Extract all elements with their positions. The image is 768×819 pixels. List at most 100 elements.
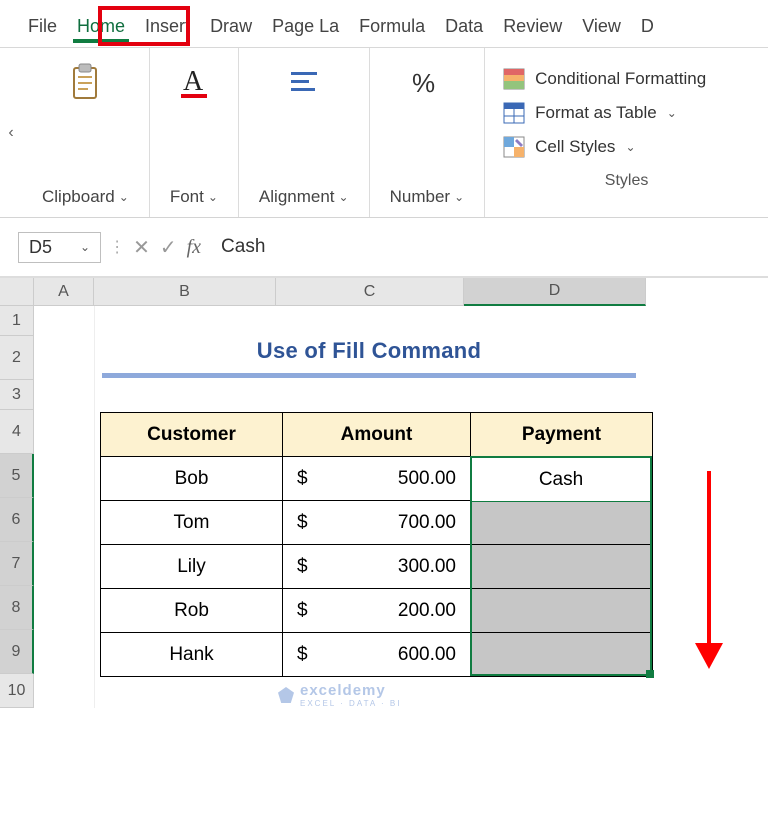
ribbon-scroll-left[interactable]: ‹ [0,48,22,217]
enter-icon[interactable]: ✓ [160,235,177,260]
column-header-A[interactable]: A [34,278,94,306]
chevron-down-icon: ⌄ [80,240,90,254]
tab-insert[interactable]: Insert [135,10,200,47]
data-table: Customer Amount Payment Bob $500.00 Tom … [100,412,653,677]
cell-customer[interactable]: Bob [101,457,283,501]
chevron-down-icon: ⌄ [625,140,635,154]
cell-styles-label: Cell Styles [535,137,615,157]
name-box[interactable]: D5 ⌄ [18,232,101,263]
amount-value: 500.00 [398,468,456,490]
row-header-5[interactable]: 5 [0,454,34,498]
cell-amount[interactable]: $600.00 [283,633,471,677]
format-as-table-label: Format as Table [535,103,657,123]
row-header-7[interactable]: 7 [0,542,34,586]
currency-symbol: $ [297,556,308,578]
format-as-table-button[interactable]: Format as Table ⌄ [503,96,750,130]
ribbon-home: ‹ Clipboard ⌄ A Font ⌄ Alignment ⌄ % [0,48,768,218]
cell-grid[interactable]: Use of Fill Command Customer Amount Paym… [34,306,734,708]
row-header-8[interactable]: 8 [0,586,34,630]
cell-payment[interactable] [471,633,653,677]
conditional-formatting-button[interactable]: Conditional Formatting [503,62,750,96]
row-header-9[interactable]: 9 [0,630,34,674]
watermark-icon [278,687,294,703]
tab-draw[interactable]: Draw [200,10,262,47]
currency-symbol: $ [297,600,308,622]
cell-payment[interactable] [471,589,653,633]
cell-customer[interactable]: Rob [101,589,283,633]
header-amount[interactable]: Amount [283,413,471,457]
tab-home[interactable]: Home [67,10,135,47]
svg-text:A: A [183,66,204,97]
chevron-down-icon: ⌄ [667,106,677,120]
number-label-text: Number [390,187,450,207]
cell-amount[interactable]: $300.00 [283,545,471,589]
cell-amount[interactable]: $200.00 [283,589,471,633]
chevron-down-icon: ⌄ [119,190,129,204]
amount-value: 300.00 [398,556,456,578]
header-payment[interactable]: Payment [471,413,653,457]
annotation-red-arrow [689,471,729,677]
row-headers: 1 2 3 4 5 6 7 8 9 10 [0,306,34,708]
row-header-3[interactable]: 3 [0,380,34,410]
cell-amount[interactable]: $500.00 [283,457,471,501]
column-header-D[interactable]: D [464,278,646,306]
amount-value: 700.00 [398,512,456,534]
watermark-brand: exceldemy [300,682,386,699]
cell-customer[interactable]: Tom [101,501,283,545]
tab-file[interactable]: File [18,10,67,47]
formula-input[interactable] [213,232,750,262]
sheet-title: Use of Fill Command [102,338,636,378]
number-group-label[interactable]: Number ⌄ [390,187,465,207]
table-row: Rob $200.00 [101,589,653,633]
font-group-label[interactable]: Font ⌄ [170,187,218,207]
cell-payment[interactable] [471,545,653,589]
conditional-formatting-label: Conditional Formatting [535,69,706,89]
ribbon-tabs: File Home Insert Draw Page La Formula Da… [0,0,768,48]
ribbon-group-font: A Font ⌄ [150,48,239,217]
tab-view[interactable]: View [572,10,631,47]
row-header-6[interactable]: 6 [0,498,34,542]
select-all-corner[interactable] [0,278,34,306]
watermark: exceldemy EXCEL · DATA · BI [278,682,401,708]
cell-customer[interactable]: Hank [101,633,283,677]
row-header-1[interactable]: 1 [0,306,34,336]
row-header-10[interactable]: 10 [0,674,34,708]
worksheet: A B C D 1 2 3 4 5 6 7 8 9 10 Use of Fill… [0,278,768,708]
table-row: Lily $300.00 [101,545,653,589]
cell-payment[interactable] [471,457,653,501]
row-header-2[interactable]: 2 [0,336,34,380]
font-label-text: Font [170,187,204,207]
header-customer[interactable]: Customer [101,413,283,457]
clipboard-icon[interactable] [68,62,102,102]
tab-data[interactable]: Data [435,10,493,47]
number-icon[interactable]: % [410,62,444,102]
column-header-B[interactable]: B [94,278,276,306]
tab-review[interactable]: Review [493,10,572,47]
currency-symbol: $ [297,468,308,490]
watermark-tagline: EXCEL · DATA · BI [300,699,401,708]
cell-customer[interactable]: Lily [101,545,283,589]
table-header-row: Customer Amount Payment [101,413,653,457]
cell-payment[interactable] [471,501,653,545]
clipboard-group-label[interactable]: Clipboard ⌄ [42,187,129,207]
tab-overflow[interactable]: D [631,10,664,47]
alignment-icon[interactable] [287,62,321,102]
cancel-icon[interactable]: ✕ [133,235,150,260]
cell-styles-button[interactable]: Cell Styles ⌄ [503,130,750,164]
chevron-down-icon: ⌄ [208,190,218,204]
cell-amount[interactable]: $700.00 [283,501,471,545]
table-row: Hank $600.00 [101,633,653,677]
amount-value: 200.00 [398,600,456,622]
fx-icon[interactable]: fx [187,236,201,259]
font-icon[interactable]: A [177,62,211,102]
clipboard-label-text: Clipboard [42,187,115,207]
format-as-table-icon [503,102,525,124]
alignment-group-label[interactable]: Alignment ⌄ [259,187,349,207]
row-header-4[interactable]: 4 [0,410,34,454]
tab-page-layout[interactable]: Page La [262,10,349,47]
column-header-C[interactable]: C [276,278,464,306]
amount-value: 600.00 [398,644,456,666]
ribbon-group-styles: Conditional Formatting Format as Table ⌄… [485,48,768,217]
tab-formulas[interactable]: Formula [349,10,435,47]
formula-bar: D5 ⌄ ⋮ ✕ ✓ fx [0,218,768,278]
